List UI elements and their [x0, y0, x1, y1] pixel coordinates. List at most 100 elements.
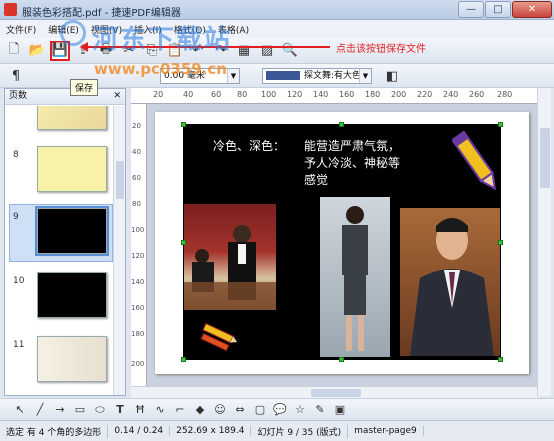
ruler-tick: 80 [237, 90, 248, 99]
photo-figure [410, 218, 494, 356]
canvas-vertical-scrollbar[interactable] [537, 88, 551, 396]
photo-figures [184, 225, 276, 310]
stars-icon[interactable]: ☆ [292, 402, 308, 418]
ruler-tick: 160 [339, 90, 355, 99]
minimize-button[interactable]: — [458, 1, 484, 18]
select-arrow-icon[interactable]: ↖ [12, 402, 28, 418]
ruler-tick: 160 [131, 304, 145, 312]
arrow-line-icon[interactable]: → [52, 402, 68, 418]
ruler-tick: 200 [131, 360, 145, 368]
pages-panel-header: 页数 ✕ [5, 89, 125, 105]
shadow-icon[interactable]: ◧ [382, 66, 402, 86]
pencil-clipart[interactable] [452, 128, 502, 198]
ruler-tick: 120 [287, 90, 303, 99]
callout-icon[interactable]: 💬 [272, 402, 288, 418]
watermark-logo [60, 20, 86, 46]
vertical-text-icon[interactable]: Ħ [132, 402, 148, 418]
zoom-icon[interactable]: 🔍 [280, 41, 300, 61]
points-icon[interactable]: ✎ [312, 402, 328, 418]
ruler-tick: 80 [132, 200, 141, 208]
ellipse-icon[interactable]: ⬭ [92, 402, 108, 418]
save-tooltip: 保存 [70, 79, 99, 96]
panel-scrollbar[interactable] [113, 106, 125, 395]
curve-icon[interactable]: ∿ [152, 402, 168, 418]
basic-shapes-icon[interactable]: ◆ [192, 402, 208, 418]
selection-handle[interactable] [181, 357, 186, 362]
thumbnail-list: 8 9 10 11 [5, 106, 113, 395]
watermark-site: 河东下载站 [92, 25, 233, 55]
pencils-clipart[interactable] [197, 318, 239, 358]
slide-body-line-3[interactable]: 感觉 [304, 172, 328, 188]
flowchart-icon[interactable]: ▢ [252, 402, 268, 418]
selection-handle[interactable] [181, 240, 186, 245]
styles-icon[interactable]: ¶ [6, 66, 26, 86]
drawing-toolbar: ↖ ╱ → ▭ ⬭ T Ħ ∿ ⌐ ◆ ☺ ⇔ ▢ 💬 ☆ ✎ ▣ [0, 398, 554, 420]
thumbnail-image [37, 336, 107, 382]
photo-courtroom[interactable] [184, 204, 276, 310]
ruler-tick: 20 [132, 122, 141, 130]
table-icon[interactable]: ▦ [234, 41, 254, 61]
status-bar: 选定 有 4 个角的多边形 0.14 / 0.24 252.69 x 189.4… [0, 420, 554, 441]
thumbnail-image [35, 206, 109, 256]
thumbnail-number: 10 [13, 276, 25, 286]
photo-business-woman[interactable] [320, 197, 390, 357]
ruler-tick: 140 [131, 278, 145, 286]
slide-heading[interactable]: 冷色、深色： [213, 138, 285, 154]
color-swatch [266, 71, 300, 80]
chevron-down-icon: ▼ [359, 69, 371, 83]
selection-handle[interactable] [181, 122, 186, 127]
area-style-combo[interactable]: 探文舞:有大色 2 ▼ [262, 68, 372, 84]
ruler-tick: 260 [469, 90, 485, 99]
scrollbar-thumb[interactable] [116, 161, 124, 199]
selection-handle[interactable] [339, 122, 344, 127]
selection-handle[interactable] [498, 240, 503, 245]
ruler-tick: 60 [132, 174, 141, 182]
ruler-tick: 40 [132, 148, 141, 156]
ruler-tick: 180 [131, 330, 145, 338]
pages-panel-title: 页数 [9, 91, 28, 101]
scrollbar-thumb[interactable] [540, 128, 550, 188]
slide-body-line-2[interactable]: 予人冷淡、神秘等 [304, 155, 400, 171]
photo-figure [342, 206, 368, 351]
connector-icon[interactable]: ⌐ [172, 402, 188, 418]
selection-handle[interactable] [498, 357, 503, 362]
selection-handle[interactable] [498, 122, 503, 127]
horizontal-ruler: 20 40 60 80 100 120 140 160 180 200 220 … [131, 88, 537, 104]
maximize-button[interactable]: □ [485, 1, 511, 18]
pdf-app-icon [4, 3, 17, 16]
chevron-down-icon: ▼ [227, 69, 239, 83]
image-insert-icon[interactable]: ▣ [332, 402, 348, 418]
rectangle-icon[interactable]: ▭ [72, 402, 88, 418]
symbol-shapes-icon[interactable]: ☺ [212, 402, 228, 418]
close-button[interactable]: ✕ [512, 1, 552, 18]
thumbnail-image [37, 272, 107, 318]
photo-business-man[interactable] [400, 208, 500, 356]
ruler-tick: 100 [131, 226, 145, 234]
text-icon[interactable]: T [112, 402, 128, 418]
scrollbar-thumb[interactable] [311, 389, 361, 397]
close-icon[interactable]: ✕ [113, 89, 121, 104]
thumbnail-image [37, 146, 107, 192]
ruler-tick: 20 [153, 90, 164, 99]
annotation-text: 点击该按钮保存文件 [336, 44, 426, 55]
ruler-tick: 220 [417, 90, 433, 99]
canvas-horizontal-scrollbar[interactable] [131, 386, 537, 398]
line-icon[interactable]: ╱ [32, 402, 48, 418]
new-document-icon[interactable]: 🗋 [4, 41, 24, 61]
ruler-tick: 200 [391, 90, 407, 99]
image-icon[interactable]: ▨ [257, 41, 277, 61]
block-arrows-icon[interactable]: ⇔ [232, 402, 248, 418]
status-size: 252.69 x 189.4 [170, 426, 252, 436]
slide-body-line-1[interactable]: 能营造严肃气氛， [304, 138, 400, 154]
menu-file[interactable]: 文件(F) [6, 23, 36, 36]
status-position: 0.14 / 0.24 [108, 426, 171, 436]
ruler-tick: 240 [443, 90, 459, 99]
status-master: master-page9 [348, 426, 424, 436]
ruler-tick: 60 [211, 90, 222, 99]
selection-handle[interactable] [339, 357, 344, 362]
open-folder-icon[interactable]: 📂 [27, 41, 47, 61]
ruler-tick: 140 [313, 90, 329, 99]
thumbnail-image [37, 106, 107, 130]
thumbnail-number: 11 [13, 340, 25, 350]
window-controls: — □ ✕ [457, 1, 552, 18]
